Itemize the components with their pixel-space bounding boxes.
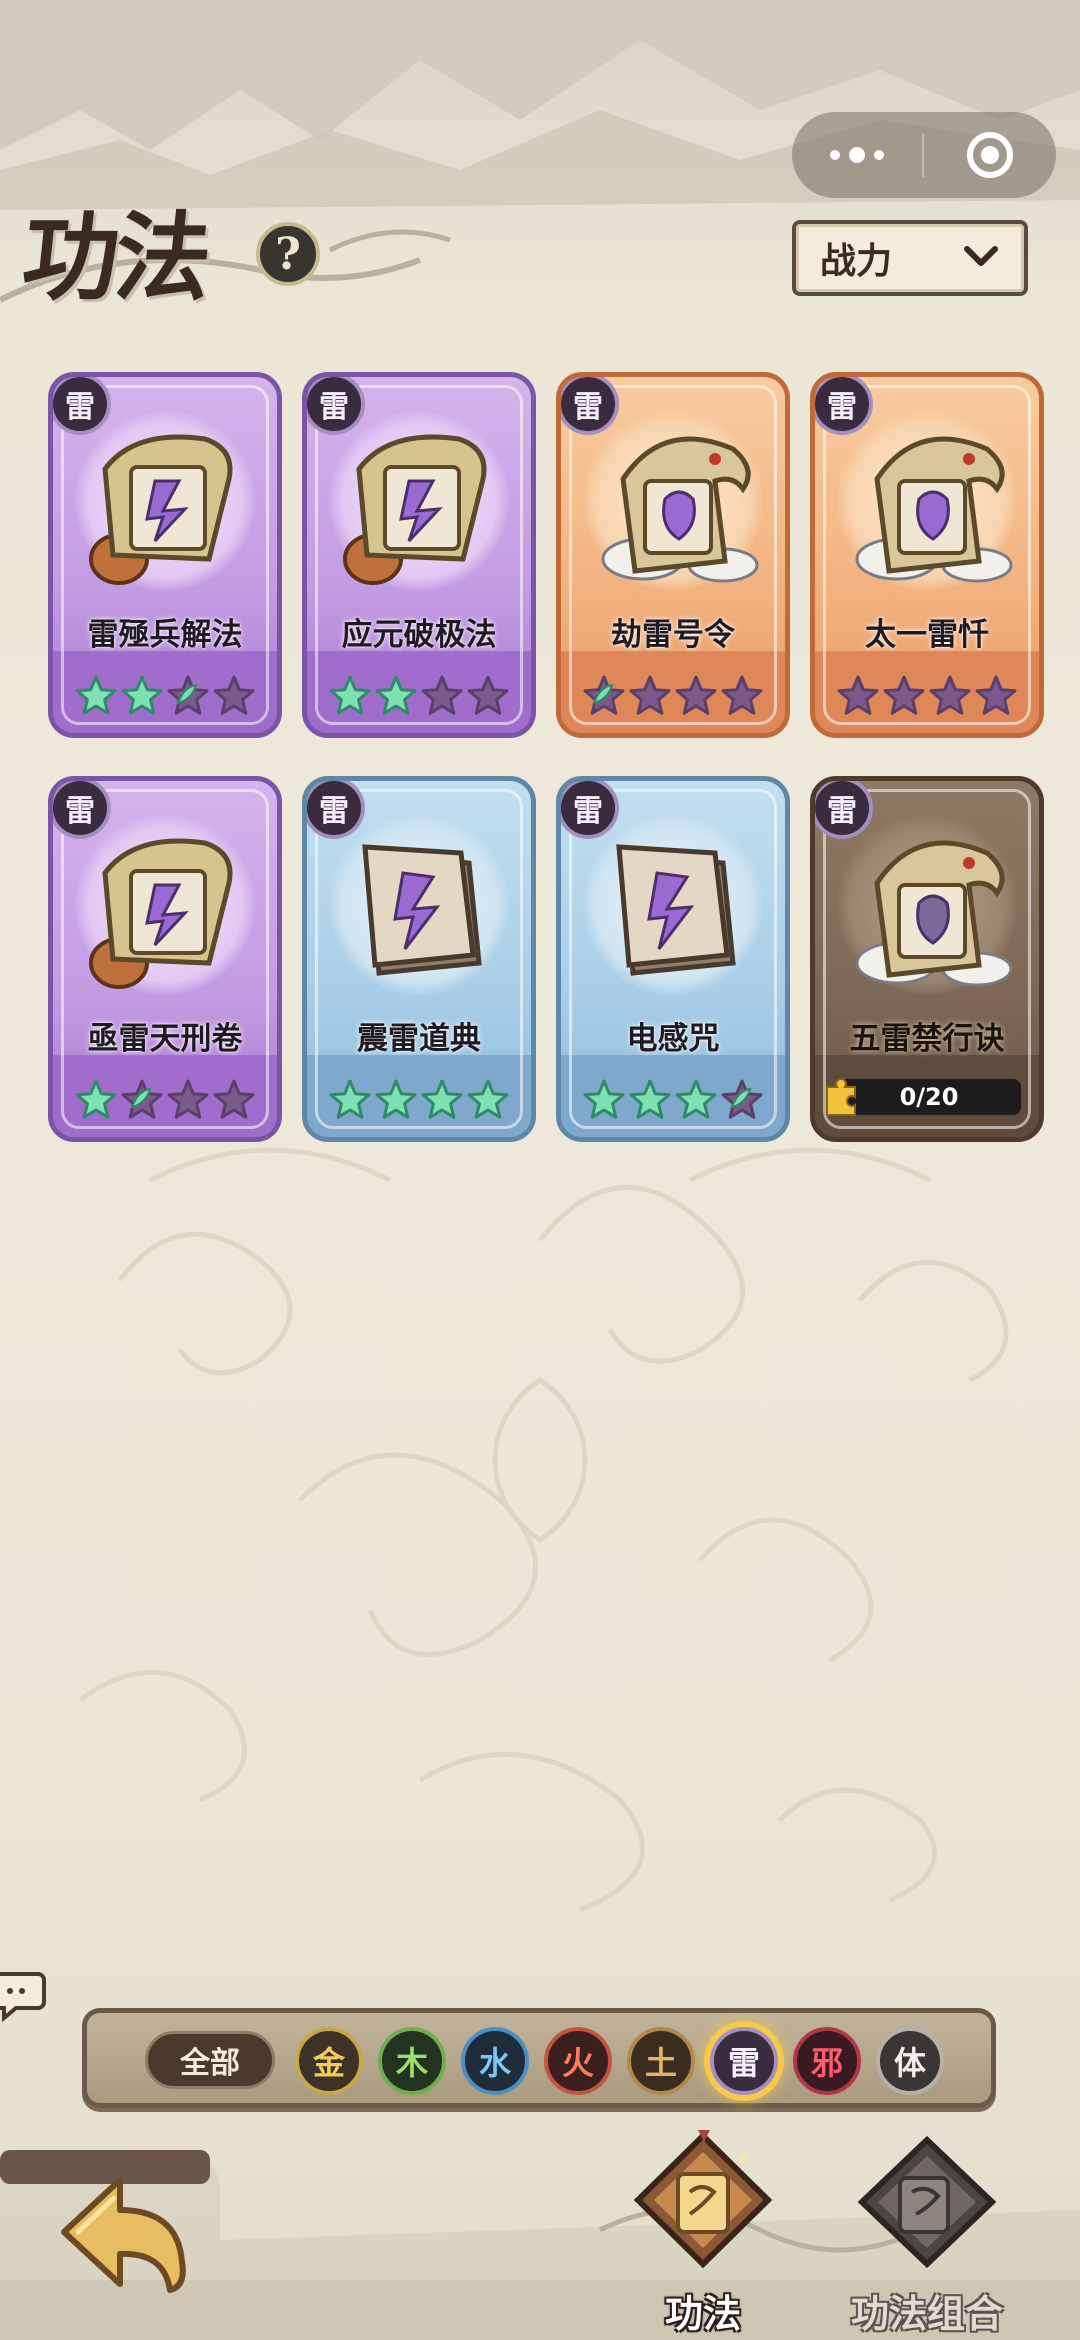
filter-element-chip[interactable]: 土: [627, 2027, 695, 2095]
skill-name: 劫雷号令: [611, 617, 735, 653]
element-badge: 雷: [561, 781, 619, 839]
skill-name: 五雷禁行诀: [849, 1021, 1005, 1057]
star-half-icon: [166, 675, 210, 719]
close-program-icon[interactable]: [924, 132, 1056, 178]
skill-name: 亟雷天刑卷: [87, 1021, 243, 1057]
star-empty-icon: [166, 1079, 210, 1123]
filter-all-button[interactable]: 全部: [145, 2031, 275, 2089]
element-badge: 雷: [53, 377, 111, 435]
star-half-icon: [120, 1079, 164, 1123]
star-empty-icon: [628, 675, 672, 719]
star-filled-icon: [74, 675, 118, 719]
back-arrow-button[interactable]: [54, 2166, 194, 2296]
tab-skill-combos-label: 功法组合: [850, 2291, 1003, 2336]
star-rating: [53, 1079, 277, 1123]
skill-card[interactable]: 亟雷天刑卷 雷: [48, 776, 282, 1142]
star-empty-icon: [720, 675, 764, 719]
star-half-icon: [720, 1079, 764, 1123]
puzzle-piece-icon: [826, 1078, 856, 1116]
chevron-down-icon: [964, 246, 998, 266]
star-filled-icon: [120, 675, 164, 719]
skill-combo-icon: [857, 2135, 997, 2269]
element-badge: 雷: [307, 781, 365, 839]
skill-card[interactable]: 电感咒 雷: [556, 776, 790, 1142]
star-filled-icon: [466, 1079, 510, 1123]
background-cloud-pattern: [78, 1147, 1009, 1913]
star-empty-icon: [974, 675, 1018, 719]
filter-element-chip[interactable]: 体: [876, 2027, 944, 2095]
star-filled-icon: [582, 1079, 626, 1123]
star-empty-icon: [674, 675, 718, 719]
star-empty-icon: [928, 675, 972, 719]
star-filled-icon: [74, 1079, 118, 1123]
filter-element-chip[interactable]: 木: [378, 2027, 446, 2095]
star-filled-icon: [328, 1079, 372, 1123]
star-empty-icon: [836, 675, 880, 719]
filter-element-chip[interactable]: 金: [295, 2027, 363, 2095]
star-filled-icon: [628, 1079, 672, 1123]
star-empty-icon: [212, 1079, 256, 1123]
dragon-seal-icon: [837, 823, 1017, 993]
star-filled-icon: [674, 1079, 718, 1123]
fragment-progress-text: 0/20: [899, 1083, 959, 1111]
star-rating: [561, 675, 785, 719]
scroll-lightning-icon: [75, 823, 255, 993]
help-button[interactable]: ?: [256, 222, 320, 286]
dragon-palm-icon: [583, 419, 763, 589]
star-rating: [561, 1079, 785, 1123]
star-half-icon: [582, 675, 626, 719]
skill-name: 应元破极法: [341, 617, 497, 653]
element-badge: 雷: [815, 377, 873, 435]
element-badge: 雷: [561, 377, 619, 435]
skill-card[interactable]: 应元破极法 雷: [302, 372, 536, 738]
tab-skill-combos[interactable]: 功法组合: [842, 2130, 1012, 2340]
skill-book-icon: [633, 2130, 773, 2269]
star-empty-icon: [212, 675, 256, 719]
element-filter-bar: 全部 金木水火土雷邪体: [82, 2008, 996, 2108]
star-rating: [815, 675, 1039, 719]
page-title: 功法: [17, 201, 214, 314]
filter-element-chip[interactable]: 水: [461, 2027, 529, 2095]
skill-card[interactable]: 五雷禁行诀 雷 0/20: [810, 776, 1044, 1142]
scroll-sword-icon: [75, 419, 255, 589]
tab-skills-label: 功法: [664, 2291, 741, 2336]
more-options-icon[interactable]: [792, 112, 922, 198]
sort-dropdown-value: 战力: [820, 240, 893, 282]
filter-element-chip[interactable]: 火: [544, 2027, 612, 2095]
book-hand-icon: [329, 823, 509, 993]
skill-card[interactable]: 太一雷忏 雷: [810, 372, 1044, 738]
chat-bubble-icon[interactable]: [0, 1966, 46, 2022]
star-filled-icon: [420, 1079, 464, 1123]
skill-name: 震雷道典: [357, 1021, 481, 1057]
star-filled-icon: [328, 675, 372, 719]
sort-dropdown[interactable]: 战力: [792, 220, 1028, 296]
scroll-spirit-icon: [329, 419, 509, 589]
star-rating: [307, 675, 531, 719]
star-filled-icon: [374, 1079, 418, 1123]
star-empty-icon: [466, 675, 510, 719]
star-empty-icon: [882, 675, 926, 719]
skill-name: 太一雷忏: [865, 617, 989, 653]
filter-element-chip[interactable]: 雷: [710, 2027, 778, 2095]
filter-element-chip[interactable]: 邪: [793, 2027, 861, 2095]
skill-card[interactable]: 震雷道典 雷: [302, 776, 536, 1142]
star-filled-icon: [374, 675, 418, 719]
fragment-progress: 0/20: [826, 1078, 1021, 1116]
element-badge: 雷: [307, 377, 365, 435]
skill-card[interactable]: 劫雷号令 雷: [556, 372, 790, 738]
star-rating: [307, 1079, 531, 1123]
tab-skills[interactable]: 功法: [618, 2130, 788, 2340]
element-badge: 雷: [53, 781, 111, 839]
star-rating: [53, 675, 277, 719]
skill-name: 雷殛兵解法: [87, 617, 243, 653]
element-badge: 雷: [815, 781, 873, 839]
dragon-spirit-icon: [837, 419, 1017, 589]
skill-card[interactable]: 雷殛兵解法 雷: [48, 372, 282, 738]
skill-name: 电感咒: [626, 1021, 720, 1057]
star-empty-icon: [420, 675, 464, 719]
book-lightning-icon: [583, 823, 763, 993]
mini-program-capsule: [792, 112, 1056, 198]
